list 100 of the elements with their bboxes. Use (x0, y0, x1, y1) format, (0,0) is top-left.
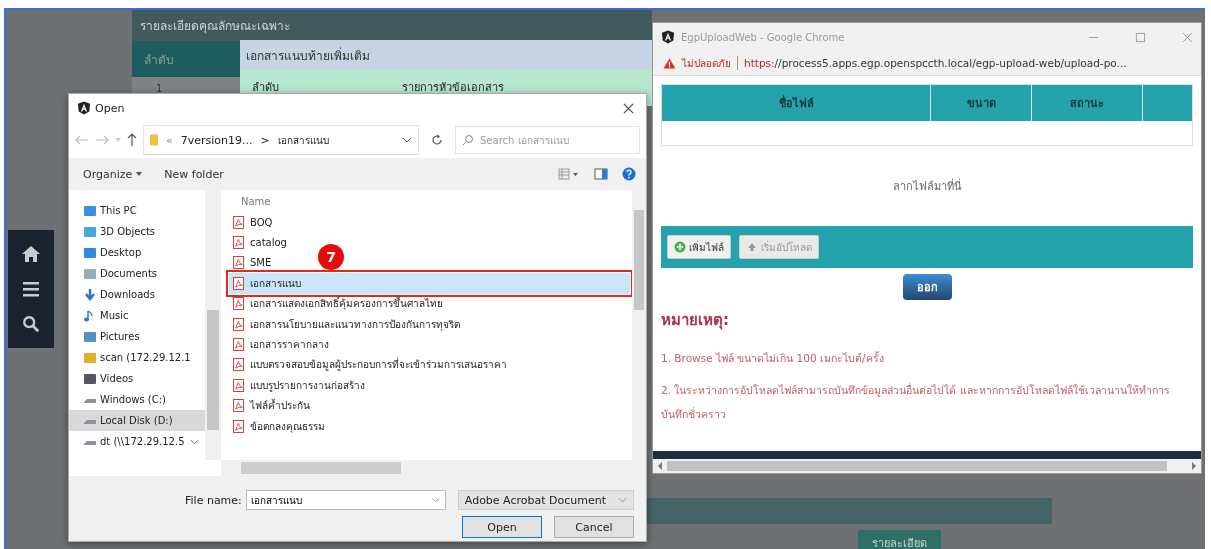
column-header: ขนาด (931, 85, 1032, 121)
horizontal-scrollbar[interactable] (653, 459, 1201, 473)
breadcrumb-separator: > (260, 133, 270, 147)
file-item[interactable]: ข้อตกลงคุณธรรม (229, 415, 329, 437)
file-item[interactable]: แบบรูปรายการงานก่อสร้าง (229, 375, 369, 396)
pdf-file-icon (233, 276, 244, 290)
left-arrow-icon[interactable] (657, 462, 663, 470)
preview-pane-icon[interactable] (594, 167, 608, 181)
search-icon (462, 134, 474, 146)
address-bar[interactable]: « 7version19... > เอกสารแนบ (143, 125, 419, 155)
pdf-file-icon (233, 378, 244, 392)
open-button[interactable]: Open (462, 516, 542, 538)
scroll-thumb[interactable] (667, 461, 1167, 471)
pdf-file-icon (233, 215, 244, 229)
scrollbar[interactable] (205, 190, 221, 460)
table-cell: 1 (156, 83, 163, 94)
pdf-file-icon (233, 297, 244, 311)
right-arrow-icon[interactable] (1191, 462, 1197, 470)
back-arrow-icon[interactable] (75, 135, 89, 145)
organize-button[interactable]: Organize (79, 165, 147, 183)
file-item[interactable]: เอกสารแนบ (229, 273, 630, 294)
file-item[interactable]: แบบตรวจสอบข้อมูลผู้ประกอบการที่จะเข้าร่วมการเสนอราคา (229, 354, 511, 376)
file-item[interactable]: catalog (229, 232, 291, 253)
url-text[interactable]: https://process5.apps.egp.openspccth.local/egp-upload-web/upload-po... (744, 57, 1127, 69)
nav-item[interactable]: dt (\\172.29.12.5 (69, 431, 205, 452)
pdf-file-icon (233, 419, 244, 433)
search-icon[interactable] (21, 315, 41, 334)
column-header: ลำดับ (252, 80, 280, 96)
file-type-dropdown[interactable]: Adobe Acrobat Document (457, 490, 634, 510)
maximize-icon[interactable] (1135, 31, 1146, 43)
detail-button[interactable]: รายละเอียด (858, 530, 941, 549)
forward-arrow-icon[interactable] (95, 135, 109, 145)
nav-item[interactable]: Pictures (69, 326, 205, 347)
file-item[interactable]: เอกสารนโยบายและแนวทางการป้องกันการทุจริต (229, 313, 464, 335)
pdf-file-icon (233, 256, 244, 270)
folder-icon (83, 351, 97, 364)
help-icon[interactable] (622, 167, 636, 181)
file-item[interactable]: BOQ (229, 212, 277, 233)
column-header[interactable]: Name (241, 195, 271, 207)
file-item[interactable]: ไฟล์ค้ำประกัน (229, 395, 314, 416)
nav-item[interactable]: Desktop (69, 242, 205, 263)
folder-icon (150, 133, 158, 147)
nav-item[interactable]: scan (172.29.12.1 (69, 347, 205, 368)
refresh-icon[interactable] (431, 134, 443, 146)
column-header: สถานะ (1032, 85, 1143, 121)
caret-icon[interactable] (115, 138, 121, 142)
nav-item[interactable]: Videos (69, 368, 205, 389)
up-arrow-icon[interactable] (127, 133, 137, 147)
pdf-file-icon (233, 399, 244, 413)
note-text: 1. Browse ไฟล์ ขนาดไม่เกิน 100 เมกะไบต์/ครั้ง (661, 350, 885, 366)
scroll-thumb[interactable] (207, 310, 219, 430)
pdf-file-icon (233, 317, 244, 331)
breadcrumb-item[interactable]: 7version19... (180, 133, 253, 147)
dialog-title: Open (95, 101, 126, 115)
drop-hint: ลากไฟล์มาที่นี่ (892, 177, 962, 195)
menu-icon[interactable] (21, 280, 41, 298)
warning-icon (663, 57, 676, 69)
search-field[interactable]: Search เอกสารแนบ (455, 126, 640, 154)
plus-circle-icon (674, 241, 686, 253)
nav-item[interactable]: Windows (C:) (69, 389, 205, 410)
scroll-thumb[interactable] (241, 462, 401, 474)
home-icon[interactable] (21, 244, 41, 263)
note-text: 2. ในระหว่างการอัปโหลดไฟล์สามารถบันทึกข้อมูลส่วนอื่นต่อไปได้ และหากการอัปโหลดไฟล์ใช้เวลานานให้ทำการบันทึกชั่วคราว (661, 382, 1171, 422)
pdf-file-icon (233, 236, 244, 250)
app-logo-icon (661, 30, 675, 44)
download-arrow-icon (83, 288, 97, 301)
drop-zone[interactable]: ลากไฟล์มาที่นี่ (661, 146, 1193, 226)
chevron-down-icon[interactable] (402, 137, 412, 143)
view-options-icon[interactable] (558, 168, 580, 180)
close-icon[interactable] (623, 102, 634, 114)
security-label[interactable]: ไม่ปลอดภัย (682, 55, 731, 71)
file-item[interactable]: เอกสารราคากลาง (229, 334, 333, 355)
add-file-button[interactable]: เพิ่มไฟล์ (667, 235, 731, 259)
column-header: ชื่อไฟล์ (662, 85, 931, 121)
section-title: รายละเอียดคุณลักษณะเฉพาะ (132, 10, 652, 41)
exit-button[interactable]: ออก (902, 274, 952, 300)
nav-item[interactable]: Local Disk (D:) (69, 410, 205, 431)
file-name-label: File name: (185, 493, 242, 507)
chevron-down-icon[interactable] (189, 438, 199, 445)
up-arrow-icon (746, 241, 758, 253)
window-title: EgpUploadWeb - Google Chrome (681, 31, 845, 43)
file-name-field[interactable]: เอกสารแนบ (245, 490, 446, 510)
overflow-mark[interactable]: « (166, 133, 173, 147)
file-item[interactable]: SME (229, 252, 276, 274)
chevron-down-icon (618, 497, 627, 503)
nav-item[interactable]: This PC (69, 200, 205, 221)
nav-item[interactable]: Downloads (69, 284, 205, 305)
new-folder-button[interactable]: New folder (160, 165, 228, 183)
nav-item[interactable]: Documents (69, 263, 205, 284)
pdf-file-icon (233, 338, 244, 352)
file-item[interactable]: เอกสารแสดงเอกสิทธิ์คุ้มครองการขึ้นศาลไทย (229, 293, 447, 314)
scroll-thumb[interactable] (634, 210, 644, 310)
cancel-button[interactable]: Cancel (554, 516, 634, 538)
note-heading: หมายเหตุ: (661, 310, 730, 332)
nav-item[interactable]: Music (69, 305, 205, 326)
column-header: ลำดับ (143, 51, 174, 69)
nav-item[interactable]: 3D Objects (69, 221, 205, 242)
horizontal-scrollbar[interactable] (221, 460, 646, 476)
breadcrumb-item[interactable]: เอกสารแนบ (277, 132, 394, 148)
column-header: รายการหัวข้อเอกสาร (402, 80, 504, 96)
